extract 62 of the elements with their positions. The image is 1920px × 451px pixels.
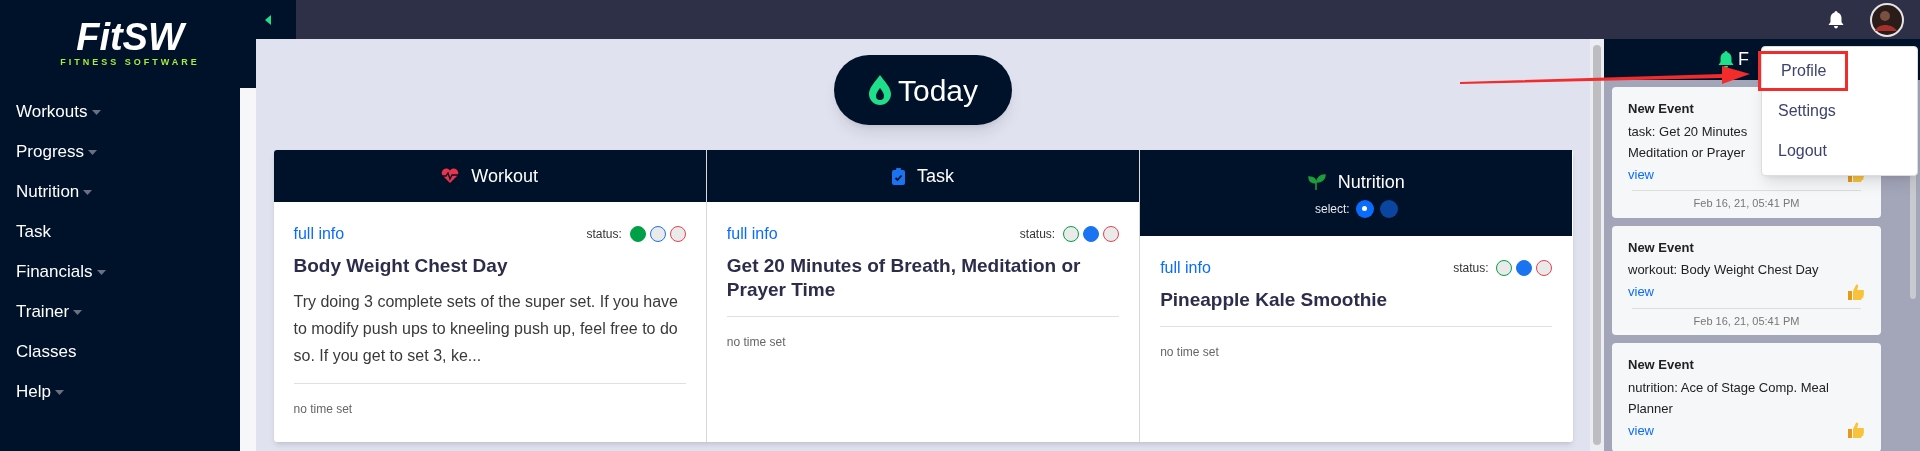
card-heading: Body Weight Chest Day	[293, 254, 509, 278]
feed-card-date: Feb 16, 21, 05:41 PM	[1692, 313, 1801, 329]
time-label: no time set	[1160, 344, 1220, 361]
view-link[interactable]: view	[1628, 282, 1654, 302]
select-radio[interactable]	[1355, 199, 1374, 218]
notification-bell-icon[interactable]	[1828, 10, 1844, 29]
today-button[interactable]: Today	[833, 55, 1013, 125]
card-heading: Get 20 Minutes of Breath, Meditation or Prayer Time	[726, 254, 1082, 302]
select-label: select:	[1314, 200, 1350, 218]
select-radio[interactable]	[1379, 199, 1398, 218]
status-label: status:	[1453, 260, 1489, 277]
sidebar-item[interactable]: Help	[0, 372, 240, 412]
caret-down-icon	[54, 389, 64, 395]
scrollbar-thumb[interactable]	[1593, 45, 1601, 445]
time-label: no time set	[293, 401, 354, 418]
scrollbar[interactable]	[1590, 39, 1604, 451]
feed-card-title: New Event	[1628, 100, 1694, 118]
sidebar-item[interactable]: Task	[0, 212, 240, 252]
menu-item[interactable]: Profile	[1758, 51, 1848, 91]
sidebar-item[interactable]: Financials	[0, 252, 240, 292]
view-link[interactable]: view	[1628, 420, 1654, 440]
card-heading: Pineapple Kale Smoothie	[1160, 288, 1389, 312]
status-label: status:	[1019, 226, 1056, 243]
thumbs-up-icon[interactable]	[1847, 282, 1865, 301]
sidebar-item[interactable]: Trainer	[0, 292, 240, 332]
full-info-link[interactable]: full info	[726, 222, 778, 246]
bell-icon	[1718, 50, 1734, 69]
feed-title: F	[1738, 48, 1749, 71]
time-label: no time set	[726, 334, 787, 351]
status-label: status:	[586, 226, 622, 243]
clipboard-check-icon	[892, 167, 905, 185]
card-description: Try doing 3 complete sets of the super set. If you have to modify push ups to kneeling push up, feel free to do so. If you get to set 3, ke...	[293, 292, 679, 366]
caret-down-icon	[88, 149, 98, 155]
caret-down-icon	[73, 309, 83, 315]
caret-left-icon	[265, 14, 271, 25]
sprout-icon	[1307, 174, 1326, 190]
sidebar-item[interactable]: Progress	[0, 132, 240, 172]
view-link[interactable]: view	[1628, 164, 1654, 184]
full-info-link[interactable]: full info	[1160, 256, 1211, 280]
feed-card-title: New Event	[1628, 238, 1694, 257]
sidebar-item[interactable]: Workouts	[0, 92, 240, 132]
menu-item[interactable]: Logout	[1762, 131, 1917, 171]
drop-icon	[867, 75, 892, 105]
feed-card-text: task: Get 20 Minutes Meditation or Prayer	[1628, 122, 1748, 162]
caret-down-icon	[83, 189, 93, 195]
full-info-link[interactable]: full info	[293, 222, 345, 246]
caret-down-icon	[91, 109, 101, 115]
avatar[interactable]	[1870, 2, 1904, 37]
card-title: Task	[917, 164, 954, 188]
logo-subtitle: FITNESS SOFTWARE	[60, 56, 200, 70]
card-title: Nutrition	[1337, 170, 1405, 194]
feed-card-text: workout: Body Weight Chest Day	[1628, 261, 1819, 279]
menu-item[interactable]: Settings	[1762, 91, 1917, 131]
sidebar-item[interactable]: Classes	[0, 332, 240, 372]
feed-card-date: Feb 16, 21, 05:41 PM	[1692, 196, 1801, 211]
card-title: Workout	[471, 164, 538, 188]
feed-card-text: nutrition: Ace of Stage Comp. Meal Planner	[1628, 378, 1829, 418]
caret-down-icon	[96, 269, 106, 275]
sidebar-item[interactable]: Nutrition	[0, 172, 240, 212]
heart-pulse-icon	[441, 168, 460, 184]
feed-card-title: New Event	[1628, 356, 1694, 374]
thumbs-up-icon[interactable]	[1847, 421, 1865, 440]
